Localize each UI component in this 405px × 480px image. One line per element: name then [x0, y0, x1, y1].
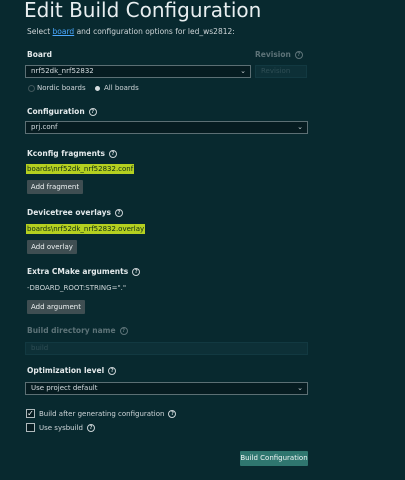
- sysbuild-checkbox[interactable]: [26, 423, 35, 432]
- board-link[interactable]: board: [53, 27, 75, 36]
- radio-all-boards[interactable]: [95, 86, 100, 91]
- help-icon[interactable]: ?: [168, 410, 177, 418]
- build-dir-input[interactable]: build: [25, 342, 308, 355]
- chevron-down-icon: ⌄: [297, 123, 303, 131]
- kconfig-file-entry[interactable]: boards\nrf52dk_nrf52832.conf: [26, 164, 135, 174]
- devicetree-label-text: Devicetree overlays: [27, 208, 111, 217]
- optimization-select-value: Use project default: [31, 384, 98, 392]
- radio-nordic-boards-label: Nordic boards: [37, 84, 86, 92]
- subtitle-suffix: and configuration options for led_ws2812…: [74, 27, 235, 36]
- optimization-select[interactable]: Use project default ⌄: [25, 382, 308, 395]
- kconfig-label-text: Kconfig fragments: [27, 149, 105, 158]
- cmake-label: Extra CMake arguments?: [27, 267, 141, 276]
- kconfig-label: Kconfig fragments?: [27, 149, 117, 158]
- cmake-label-text: Extra CMake arguments: [27, 267, 129, 276]
- devicetree-file-entry[interactable]: boards\nrf52dk_nrf52832.overlay: [26, 224, 146, 234]
- build-configuration-button[interactable]: Build Configuration: [240, 451, 308, 466]
- build-after-label-text: Build after generating configuration: [39, 410, 165, 418]
- radio-all-boards-label: All boards: [104, 84, 139, 92]
- revision-label: Revision?: [255, 50, 303, 59]
- help-icon[interactable]: ?: [108, 150, 117, 158]
- help-icon[interactable]: ?: [119, 327, 128, 335]
- chevron-down-icon: ⌄: [297, 384, 303, 392]
- revision-placeholder: Revision: [261, 67, 291, 75]
- help-icon[interactable]: ?: [86, 424, 95, 432]
- add-overlay-button[interactable]: Add overlay: [27, 240, 77, 254]
- devicetree-label: Devicetree overlays?: [27, 208, 123, 217]
- revision-input[interactable]: Revision: [255, 65, 307, 78]
- board-select-value: nrf52dk_nrf52832: [31, 67, 94, 75]
- board-select[interactable]: nrf52dk_nrf52832 ⌄: [25, 65, 251, 78]
- sysbuild-label: Use sysbuild?: [39, 424, 95, 432]
- help-icon[interactable]: ?: [294, 51, 303, 59]
- configuration-select[interactable]: prj.conf ⌄: [25, 121, 308, 134]
- board-label-text: Board: [27, 50, 52, 59]
- add-argument-button[interactable]: Add argument: [27, 300, 85, 314]
- help-icon[interactable]: ?: [132, 268, 141, 276]
- sysbuild-label-text: Use sysbuild: [39, 424, 83, 432]
- optimization-label-text: Optimization level: [27, 366, 105, 375]
- radio-nordic-boards[interactable]: [28, 85, 35, 92]
- page-title: Edit Build Configuration: [24, 0, 262, 22]
- configuration-select-value: prj.conf: [31, 123, 58, 131]
- build-after-checkbox[interactable]: ✓: [26, 409, 35, 418]
- help-icon[interactable]: ?: [114, 209, 123, 217]
- build-dir-placeholder: build: [31, 344, 49, 352]
- build-after-label: Build after generating configuration?: [39, 410, 177, 418]
- chevron-down-icon: ⌄: [240, 67, 246, 75]
- help-icon[interactable]: ?: [108, 367, 117, 375]
- build-dir-label: Build directory name?: [27, 326, 128, 335]
- build-dir-label-text: Build directory name: [27, 326, 116, 335]
- revision-label-text: Revision: [255, 50, 291, 59]
- page-subtitle: Select board and configuration options f…: [27, 27, 235, 36]
- optimization-label: Optimization level?: [27, 366, 117, 375]
- cmake-argument-entry[interactable]: -DBOARD_ROOT:STRING=".": [27, 284, 126, 292]
- subtitle-prefix: Select: [27, 27, 53, 36]
- configuration-label-text: Configuration: [27, 107, 85, 116]
- configuration-label: Configuration?: [27, 107, 97, 116]
- help-icon[interactable]: ?: [88, 108, 97, 116]
- add-fragment-button[interactable]: Add fragment: [27, 180, 83, 194]
- checkmark-icon: ✓: [27, 409, 34, 418]
- board-label: Board: [27, 50, 52, 59]
